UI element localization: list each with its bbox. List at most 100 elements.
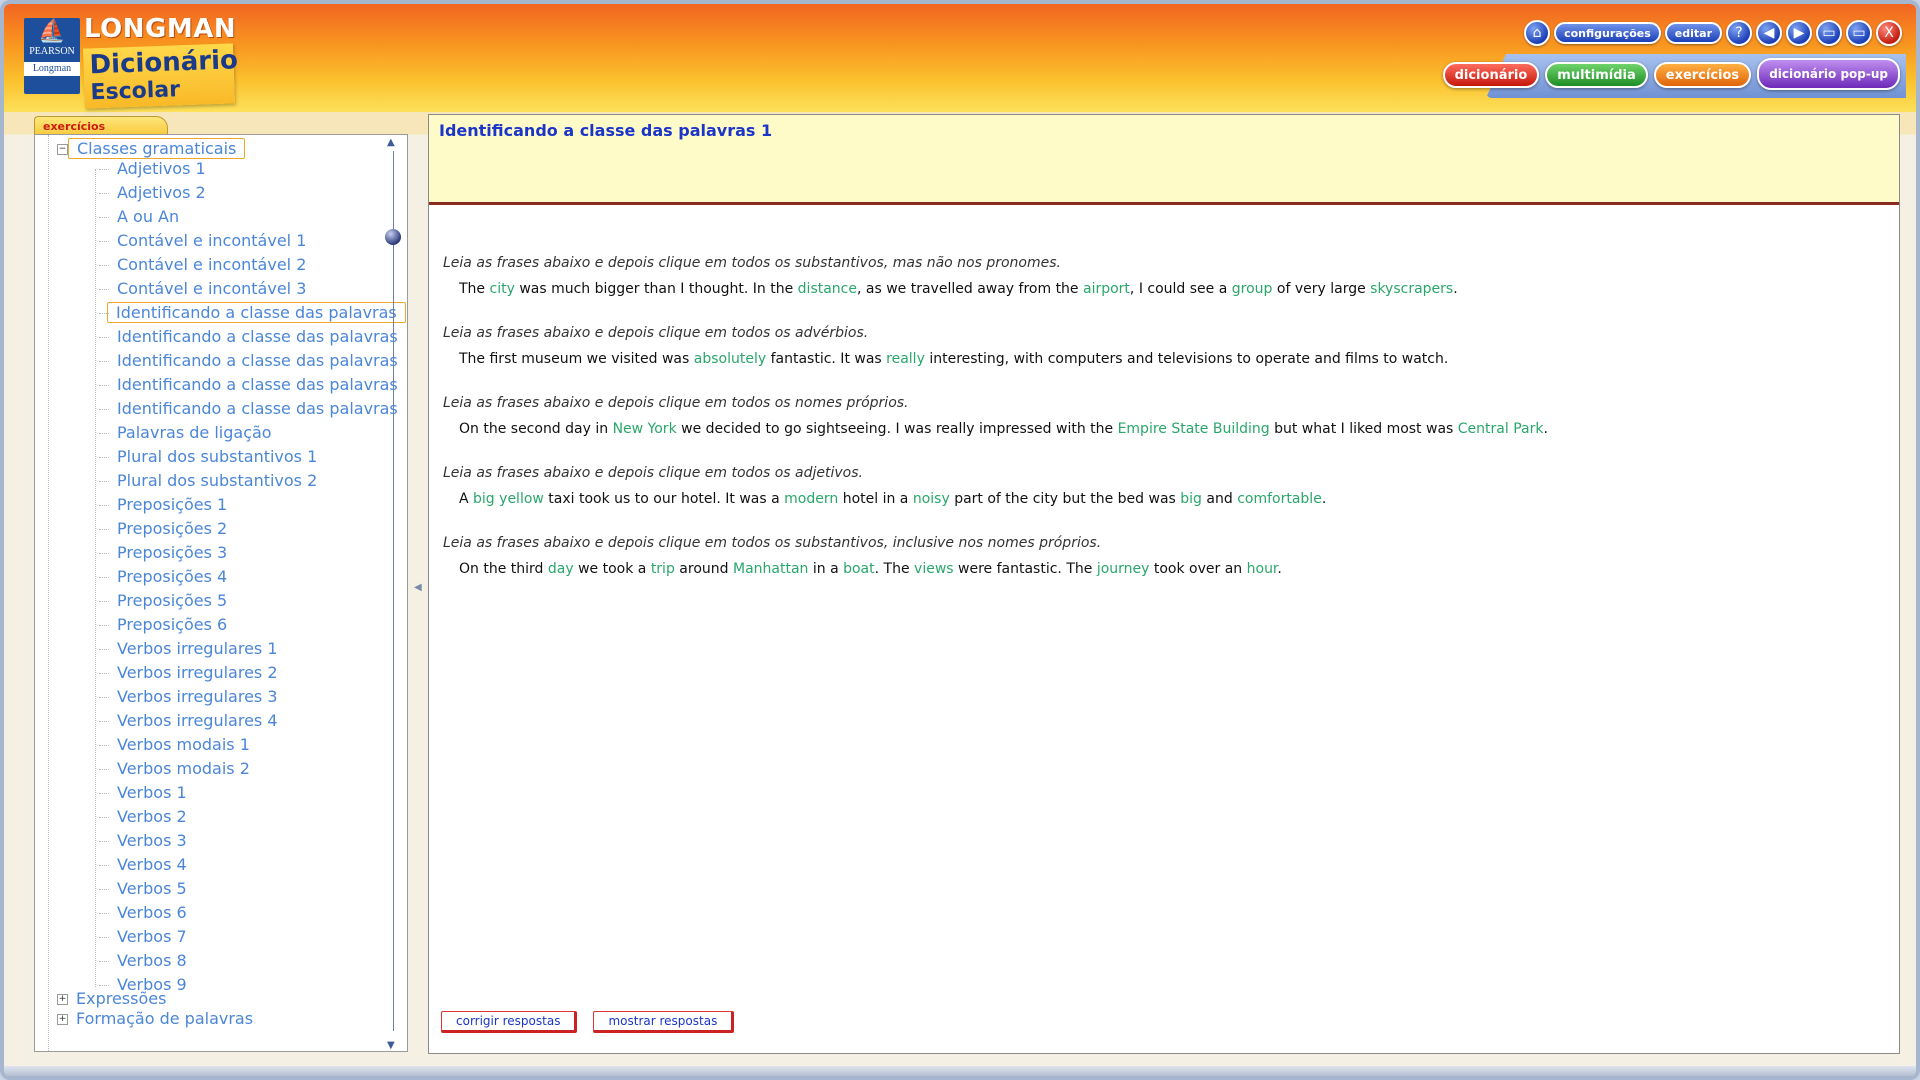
tree-item[interactable]: Preposições 1 bbox=[99, 495, 227, 514]
clickable-word[interactable]: skyscrapers bbox=[1370, 281, 1453, 297]
tree-item[interactable]: Verbos 8 bbox=[99, 951, 187, 970]
settings-button[interactable]: configurações bbox=[1554, 22, 1661, 44]
tree-item[interactable]: Palavras de ligação bbox=[99, 423, 272, 442]
clickable-word[interactable]: Empire State Building bbox=[1118, 421, 1270, 437]
tree-item[interactable]: Verbos modais 1 bbox=[99, 735, 250, 754]
tree-item[interactable]: Contável e incontável 3 bbox=[99, 279, 306, 298]
scroll-up-icon[interactable]: ▲ bbox=[387, 137, 395, 148]
scroll-thumb[interactable] bbox=[385, 229, 401, 245]
tree-item-label[interactable]: Contável e incontável 3 bbox=[117, 279, 306, 298]
tree-group-label[interactable]: Expressões bbox=[76, 989, 166, 1008]
clickable-word[interactable]: hour bbox=[1247, 561, 1278, 577]
tree-item[interactable]: Plural dos substantivos 2 bbox=[99, 471, 317, 490]
tree-group-classes[interactable]: − Classes gramaticais bbox=[57, 138, 246, 159]
tree-item-label[interactable]: Verbos 7 bbox=[117, 927, 187, 946]
tree-group-word-formation[interactable]: + Formação de palavras bbox=[57, 1009, 253, 1028]
tab-dictionary[interactable]: dicionário bbox=[1442, 62, 1540, 88]
tree-item[interactable]: Verbos 4 bbox=[99, 855, 187, 874]
clickable-word[interactable]: Central Park bbox=[1458, 421, 1544, 437]
tree-item-label[interactable]: Verbos irregulares 2 bbox=[117, 663, 278, 682]
tree-item-label[interactable]: Plural dos substantivos 1 bbox=[117, 447, 317, 466]
show-answers-button[interactable]: mostrar respostas bbox=[593, 1011, 735, 1033]
tree-item-label[interactable]: A ou An bbox=[117, 207, 179, 226]
tree-item[interactable]: Verbos 2 bbox=[99, 807, 187, 826]
tree-item[interactable]: Adjetivos 2 bbox=[99, 183, 206, 202]
clickable-word[interactable]: New York bbox=[613, 421, 677, 437]
home-icon[interactable]: ⌂ bbox=[1524, 20, 1551, 46]
clickable-word[interactable]: city bbox=[490, 281, 515, 297]
tree-item-label[interactable]: Preposições 3 bbox=[117, 543, 227, 562]
expand-toggle-icon[interactable]: + bbox=[57, 1014, 68, 1025]
clickable-word[interactable]: boat bbox=[843, 561, 875, 577]
tree-item-label[interactable]: Adjetivos 2 bbox=[117, 183, 206, 202]
tree-item-label[interactable]: Verbos modais 1 bbox=[117, 735, 250, 754]
tree-item[interactable]: A ou An bbox=[99, 207, 179, 226]
help-icon[interactable]: ? bbox=[1726, 20, 1752, 46]
clickable-word[interactable]: views bbox=[914, 561, 954, 577]
tree-item-label[interactable]: Identificando a classe das palavras bbox=[117, 351, 398, 370]
tree-item-label[interactable]: Verbos 2 bbox=[117, 807, 187, 826]
tree-item-label[interactable]: Verbos 5 bbox=[117, 879, 187, 898]
clickable-word[interactable]: absolutely bbox=[694, 351, 766, 367]
clickable-word[interactable]: distance bbox=[798, 281, 857, 297]
clickable-word[interactable]: Manhattan bbox=[733, 561, 808, 577]
tree-item[interactable]: Preposições 5 bbox=[99, 591, 227, 610]
tree-item-label[interactable]: Verbos irregulares 4 bbox=[117, 711, 278, 730]
clickable-word[interactable]: airport bbox=[1083, 281, 1130, 297]
tree-group-label[interactable]: Classes gramaticais bbox=[68, 138, 246, 159]
scroll-down-icon[interactable]: ▼ bbox=[387, 1040, 395, 1051]
tree-item-label[interactable]: Identificando a classe das palavras bbox=[117, 399, 398, 418]
tree-item-label[interactable]: Preposições 1 bbox=[117, 495, 227, 514]
clickable-word[interactable]: day bbox=[548, 561, 574, 577]
tree-item[interactable]: Adjetivos 1 bbox=[99, 159, 206, 178]
tree-item-label[interactable]: Verbos modais 2 bbox=[117, 759, 250, 778]
clickable-word[interactable]: trip bbox=[651, 561, 675, 577]
collapse-sidebar-icon[interactable]: ◀ bbox=[414, 582, 422, 593]
tree-group-label[interactable]: Formação de palavras bbox=[76, 1009, 253, 1028]
tree-item-label[interactable]: Adjetivos 1 bbox=[117, 159, 206, 178]
tab-exercises[interactable]: exercícios bbox=[1653, 62, 1752, 88]
clickable-word[interactable]: comfortable bbox=[1237, 491, 1322, 507]
tree-item[interactable]: Identificando a classe das palavras bbox=[99, 302, 406, 323]
tree-item-label[interactable]: Preposições 4 bbox=[117, 567, 227, 586]
expand-toggle-icon[interactable]: + bbox=[57, 994, 68, 1005]
tree-item-label[interactable]: Identificando a classe das palavras bbox=[117, 375, 398, 394]
tree-item[interactable]: Verbos 7 bbox=[99, 927, 187, 946]
tree-group-expressions[interactable]: + Expressões bbox=[57, 989, 166, 1008]
edit-button[interactable]: editar bbox=[1664, 22, 1722, 44]
tree-item-label[interactable]: Identificando a classe das palavras bbox=[107, 302, 406, 323]
tree-item[interactable]: Verbos 6 bbox=[99, 903, 187, 922]
clickable-word[interactable]: big bbox=[473, 491, 495, 507]
scroll-track[interactable] bbox=[393, 151, 394, 1031]
collapse-toggle-icon[interactable]: − bbox=[57, 144, 68, 155]
tree-item-label[interactable]: Verbos 4 bbox=[117, 855, 187, 874]
tree-item-label[interactable]: Verbos irregulares 3 bbox=[117, 687, 278, 706]
tree-item-label[interactable]: Identificando a classe das palavras bbox=[117, 327, 398, 346]
tree-item[interactable]: Identificando a classe das palavras bbox=[99, 327, 398, 346]
tree-item-label[interactable]: Verbos 3 bbox=[117, 831, 187, 850]
tree-item[interactable]: Verbos modais 2 bbox=[99, 759, 250, 778]
tree-item[interactable]: Verbos irregulares 1 bbox=[99, 639, 278, 658]
tree-item-label[interactable]: Verbos 1 bbox=[117, 783, 187, 802]
tree-item[interactable]: Verbos irregulares 4 bbox=[99, 711, 278, 730]
tree-item[interactable]: Identificando a classe das palavras bbox=[99, 399, 398, 418]
tree-item[interactable]: Verbos 1 bbox=[99, 783, 187, 802]
tree-item-label[interactable]: Palavras de ligação bbox=[117, 423, 272, 442]
sidebar-tab-exercises[interactable]: exercícios bbox=[34, 116, 168, 136]
tree-item[interactable]: Preposições 6 bbox=[99, 615, 227, 634]
tree-item[interactable]: Preposições 4 bbox=[99, 567, 227, 586]
tree-scrollbar[interactable]: ▲ ▼ bbox=[385, 137, 401, 1051]
tree-item-label[interactable]: Verbos 6 bbox=[117, 903, 187, 922]
tree-item-label[interactable]: Plural dos substantivos 2 bbox=[117, 471, 317, 490]
clickable-word[interactable]: group bbox=[1232, 281, 1273, 297]
tree-item-label[interactable]: Contável e incontável 1 bbox=[117, 231, 306, 250]
tree-item[interactable]: Verbos 3 bbox=[99, 831, 187, 850]
tree-item-label[interactable]: Preposições 2 bbox=[117, 519, 227, 538]
tree-item[interactable]: Preposições 2 bbox=[99, 519, 227, 538]
clickable-word[interactable]: journey bbox=[1097, 561, 1150, 577]
tree-item[interactable]: Verbos 5 bbox=[99, 879, 187, 898]
tab-multimedia[interactable]: multimídia bbox=[1545, 62, 1648, 88]
back-icon[interactable]: ◀ bbox=[1756, 20, 1782, 46]
tree-item[interactable]: Plural dos substantivos 1 bbox=[99, 447, 317, 466]
tree-item-label[interactable]: Verbos irregulares 1 bbox=[117, 639, 278, 658]
